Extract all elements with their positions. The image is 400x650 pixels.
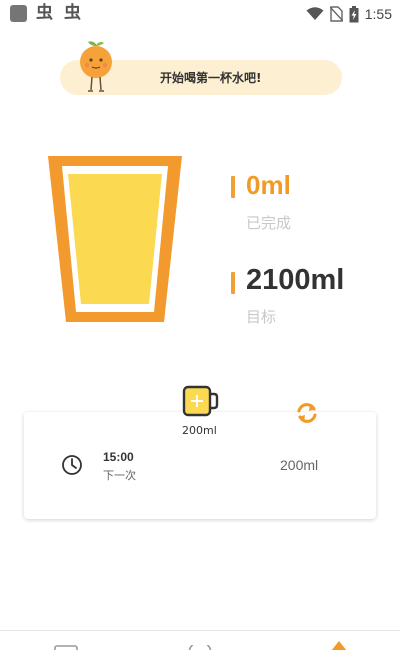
status-bar: 虫 虫 1:55: [0, 0, 400, 28]
next-reminder-time: 15:00: [103, 450, 134, 464]
next-reminder-amount: 200ml: [280, 457, 319, 473]
mug-add-icon[interactable]: [181, 385, 219, 419]
water-cup-illustration: [48, 156, 182, 322]
bug-notification-icon: 虫: [64, 3, 81, 23]
done-accent-bar: [231, 176, 235, 198]
completed-label: 已完成: [246, 214, 292, 232]
clock-time: 1:55: [364, 6, 392, 22]
next-reminder-label: 下一次: [103, 469, 136, 482]
bug-notification-icon: 虫: [36, 3, 53, 23]
wifi-icon: [306, 7, 324, 20]
stats-tab-icon[interactable]: [187, 645, 213, 650]
cup-size-label[interactable]: 200ml: [182, 424, 217, 437]
banner-text: 开始喝第一杯水吧!: [160, 71, 262, 85]
refresh-icon[interactable]: [294, 400, 320, 426]
drink-tab-icon[interactable]: [331, 641, 347, 650]
goal-amount: 2100ml: [246, 264, 345, 296]
record-tab-icon[interactable]: [54, 645, 78, 650]
battery-charging-icon: [349, 5, 359, 22]
bottom-navigation: [0, 630, 400, 650]
app-notification-icon: [10, 5, 27, 22]
clock-icon: [62, 455, 82, 475]
no-sim-icon: [329, 6, 343, 22]
orange-mascot-icon: [80, 41, 112, 92]
completed-amount: 0ml: [246, 170, 291, 200]
goal-label: 目标: [246, 308, 277, 326]
goal-accent-bar: [231, 272, 235, 294]
